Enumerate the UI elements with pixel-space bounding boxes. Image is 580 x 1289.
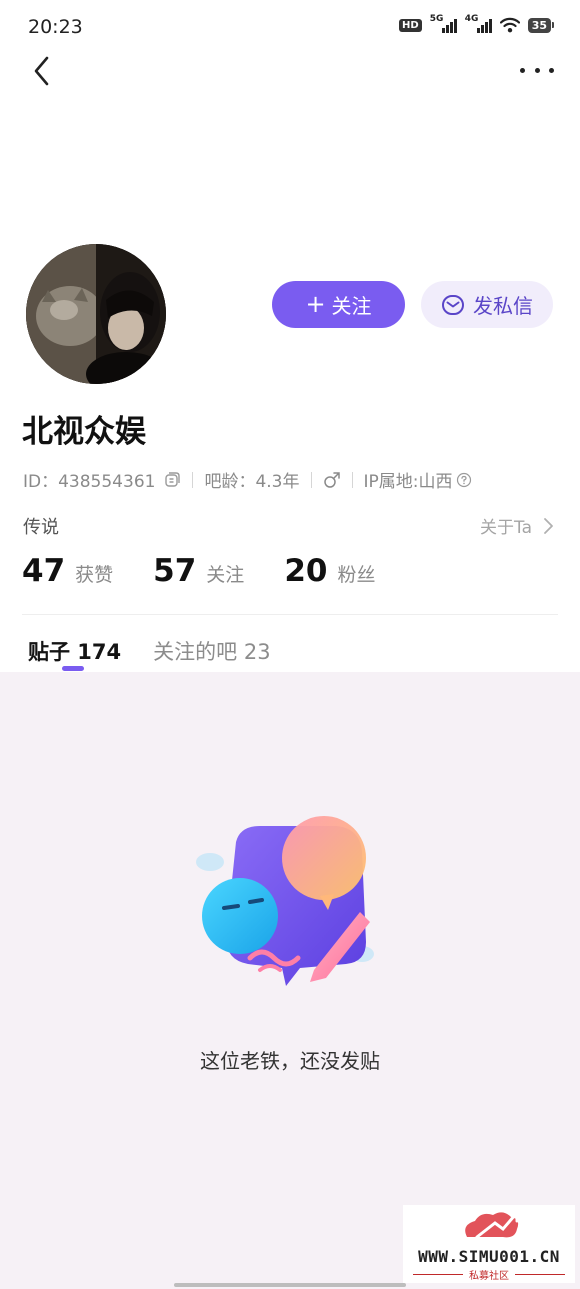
status-time: 20:23: [28, 16, 83, 38]
message-icon: [442, 294, 464, 315]
more-options-button[interactable]: [520, 58, 554, 82]
empty-state-illustration: [196, 816, 374, 986]
chevron-right-icon: [544, 517, 553, 534]
profile-tabs: 贴子 174 关注的吧 23: [28, 636, 271, 666]
battery-level: 35: [527, 17, 551, 33]
signal-4g-icon: 4G: [464, 14, 492, 33]
more-horizontal-icon: [520, 67, 525, 73]
network-5g-label: 5G: [429, 14, 444, 24]
battery-icon: 35: [527, 17, 554, 33]
site-watermark: WWW.SIMU001.CN 私募社区: [403, 1205, 575, 1283]
tab-followed-bars[interactable]: 关注的吧 23: [153, 636, 270, 666]
message-label: 发私信: [473, 294, 533, 318]
back-button[interactable]: [28, 52, 58, 92]
male-icon: [323, 471, 340, 488]
followers-label: 粉丝: [337, 564, 376, 586]
send-message-button[interactable]: 发私信: [421, 281, 553, 328]
section-divider: [22, 614, 558, 615]
likes-stat[interactable]: 47 获赞: [22, 553, 113, 589]
about-label: 关于Ta: [480, 518, 532, 538]
divider: [310, 471, 312, 488]
followers-stat[interactable]: 20 粉丝: [284, 553, 375, 589]
watermark-logo: [465, 1211, 519, 1239]
help-icon[interactable]: [456, 472, 472, 488]
about-link[interactable]: 关于Ta: [480, 513, 554, 538]
watermark-url: WWW.SIMU001.CN: [418, 1247, 560, 1266]
follow-button[interactable]: + 关注: [272, 281, 405, 328]
avatar[interactable]: [26, 244, 166, 384]
bar-age: 吧龄：4.3年: [204, 472, 300, 492]
ip-location: IP属地:山西: [363, 472, 453, 492]
tab-indicator: [62, 666, 84, 671]
copy-icon[interactable]: [163, 471, 181, 489]
profile-meta: ID：438554361 吧龄：4.3年 IP属地:山西: [23, 467, 472, 492]
status-icons: HD 5G 4G 35: [399, 14, 554, 33]
empty-state-message: 这位老铁，还没发贴: [200, 1049, 380, 1073]
avatar-image: [26, 244, 166, 384]
tab-posts[interactable]: 贴子 174: [28, 636, 121, 666]
profile-stats: 47 获赞 57 关注 20 粉丝: [22, 553, 415, 589]
followers-count: 20: [284, 553, 328, 589]
network-4g-label: 4G: [464, 14, 479, 24]
wifi-icon: [499, 17, 520, 33]
user-id: ID：438554361: [23, 472, 156, 492]
likes-count: 47: [22, 553, 66, 589]
divider: [351, 471, 353, 488]
user-bio: 传说: [23, 517, 59, 538]
following-stat[interactable]: 57 关注: [153, 553, 244, 589]
home-indicator[interactable]: [174, 1283, 406, 1287]
following-label: 关注: [206, 564, 245, 586]
likes-label: 获赞: [75, 564, 114, 586]
signal-5g-icon: 5G: [429, 14, 457, 33]
plus-icon: +: [305, 289, 326, 318]
follow-label: 关注: [331, 294, 372, 318]
chevron-left-icon: [34, 56, 49, 86]
hd-icon: HD: [399, 18, 422, 32]
following-count: 57: [153, 553, 197, 589]
status-bar: 20:23 HD 5G 4G 35: [0, 0, 580, 56]
divider: [192, 471, 194, 488]
user-name: 北视众娱: [22, 414, 146, 450]
watermark-line: [515, 1274, 565, 1275]
